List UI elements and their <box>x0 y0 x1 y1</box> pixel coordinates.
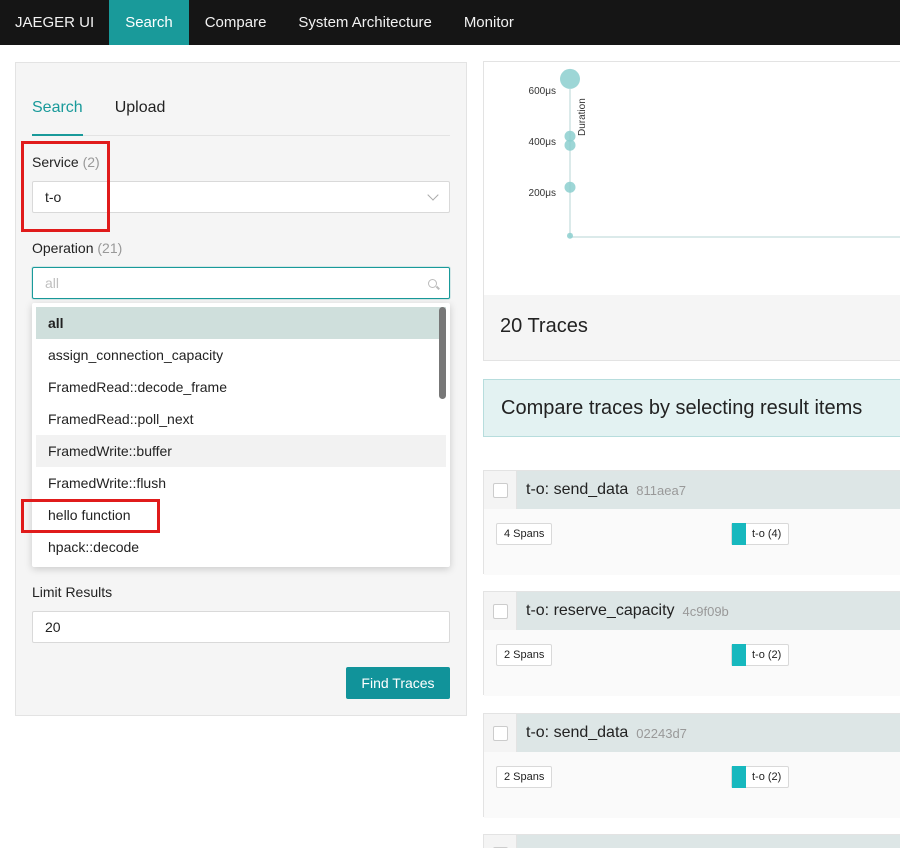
limit-input[interactable]: 20 <box>32 611 450 643</box>
trace-result[interactable] <box>483 834 900 848</box>
y-tick-label: 600μs <box>529 86 556 97</box>
highlight-service <box>21 141 110 232</box>
trace-title[interactable]: t-o: reserve_capacity <box>526 602 675 620</box>
tab-upload[interactable]: Upload <box>115 93 166 136</box>
trace-checkbox-cell <box>484 471 517 509</box>
trace-checkbox-cell <box>484 714 517 752</box>
operation-search-input[interactable]: all <box>32 267 450 299</box>
operation-option[interactable]: FramedWrite::buffer <box>36 435 446 467</box>
trace-body: 4 Spans t-o (4) <box>484 509 900 575</box>
span-count-tag: 4 Spans <box>496 523 553 545</box>
trace-checkbox[interactable] <box>492 482 508 498</box>
operation-option[interactable]: FramedRead::decode_frame <box>36 371 446 403</box>
operation-option[interactable]: FramedWrite::flush <box>36 467 446 499</box>
operation-label-text: Operation <box>32 240 94 256</box>
service-tag-label: t-o (4) <box>752 528 782 540</box>
trace-checkbox[interactable] <box>492 725 508 741</box>
top-nav: JAEGER UI Search Compare System Architec… <box>0 0 900 45</box>
service-color-swatch <box>732 523 746 545</box>
operation-label: Operation (21) <box>32 240 122 256</box>
operation-option[interactable]: hpack::decode <box>36 531 446 563</box>
trace-header[interactable]: t-o: send_data 02243d7 <box>484 714 900 752</box>
trace-header[interactable]: t-o: send_data 811aea7 <box>484 471 900 509</box>
trace-duration-point[interactable] <box>564 181 576 193</box>
trace-id: 4c9f09b <box>682 603 729 619</box>
operation-count: (21) <box>97 240 123 256</box>
limit-label: Limit Results <box>32 584 113 600</box>
chevron-down-icon <box>427 189 439 201</box>
trace-title[interactable]: t-o: send_data <box>526 724 628 742</box>
trace-body: 2 Spans t-o (2) <box>484 752 900 818</box>
trace-id: 811aea7 <box>636 482 686 498</box>
nav-compare[interactable]: Compare <box>189 0 283 45</box>
y-tick-label: 200μs <box>529 188 556 199</box>
span-count-tag: 2 Spans <box>496 644 553 666</box>
trace-header[interactable]: t-o: reserve_capacity 4c9f09b <box>484 592 900 630</box>
trace-duration-point[interactable] <box>564 139 576 151</box>
trace-title[interactable]: t-o: send_data <box>526 481 628 499</box>
y-axis-label: Duration <box>577 98 588 136</box>
trace-duration-point[interactable] <box>567 232 573 239</box>
operation-option[interactable]: all <box>36 307 446 339</box>
brand-logo[interactable]: JAEGER UI <box>0 0 109 45</box>
search-icon <box>428 278 437 288</box>
service-tag-label: t-o (2) <box>752 771 782 783</box>
trace-checkbox[interactable] <box>492 603 508 619</box>
trace-checkbox-cell <box>484 835 517 848</box>
span-count-tag: 2 Spans <box>496 766 553 788</box>
trace-checkbox-cell <box>484 592 517 630</box>
scatter-svg: 600μs 400μs 200μs Duration <box>529 68 900 239</box>
trace-header[interactable] <box>484 835 900 848</box>
duration-chart-card: 600μs 400μs 200μs Duration 20 Traces <box>483 61 900 361</box>
trace-duration-point[interactable] <box>560 68 580 89</box>
compare-banner: Compare traces by selecting result items <box>483 379 900 437</box>
trace-id: 02243d7 <box>636 725 687 741</box>
highlight-hello-function <box>21 499 160 533</box>
tab-search[interactable]: Search <box>32 93 83 136</box>
service-color-swatch <box>732 644 746 666</box>
service-tag: t-o (2) <box>731 644 790 666</box>
service-tag-label: t-o (2) <box>752 649 782 661</box>
service-color-swatch <box>732 766 746 788</box>
y-tick-label: 400μs <box>529 137 556 148</box>
duration-scatter-plot: 600μs 400μs 200μs Duration <box>484 62 900 295</box>
nav-search[interactable]: Search <box>109 0 189 45</box>
service-tag: t-o (2) <box>731 766 790 788</box>
operation-placeholder: all <box>45 275 60 291</box>
service-tag: t-o (4) <box>731 523 790 545</box>
search-tabs: Search Upload <box>32 93 450 136</box>
find-traces-button[interactable]: Find Traces <box>346 667 450 699</box>
trace-body: 2 Spans t-o (2) <box>484 630 900 696</box>
trace-result[interactable]: t-o: send_data 811aea7 4 Spans t-o (4) <box>483 470 900 575</box>
dropdown-scrollbar[interactable] <box>439 307 446 399</box>
nav-system-architecture[interactable]: System Architecture <box>282 0 447 45</box>
trace-result[interactable]: t-o: send_data 02243d7 2 Spans t-o (2) <box>483 713 900 818</box>
nav-monitor[interactable]: Monitor <box>448 0 530 45</box>
traces-count: 20 Traces <box>500 315 588 337</box>
operation-option[interactable]: assign_connection_capacity <box>36 339 446 371</box>
trace-result[interactable]: t-o: reserve_capacity 4c9f09b 2 Spans t-… <box>483 591 900 696</box>
operation-option[interactable]: FramedRead::poll_next <box>36 403 446 435</box>
